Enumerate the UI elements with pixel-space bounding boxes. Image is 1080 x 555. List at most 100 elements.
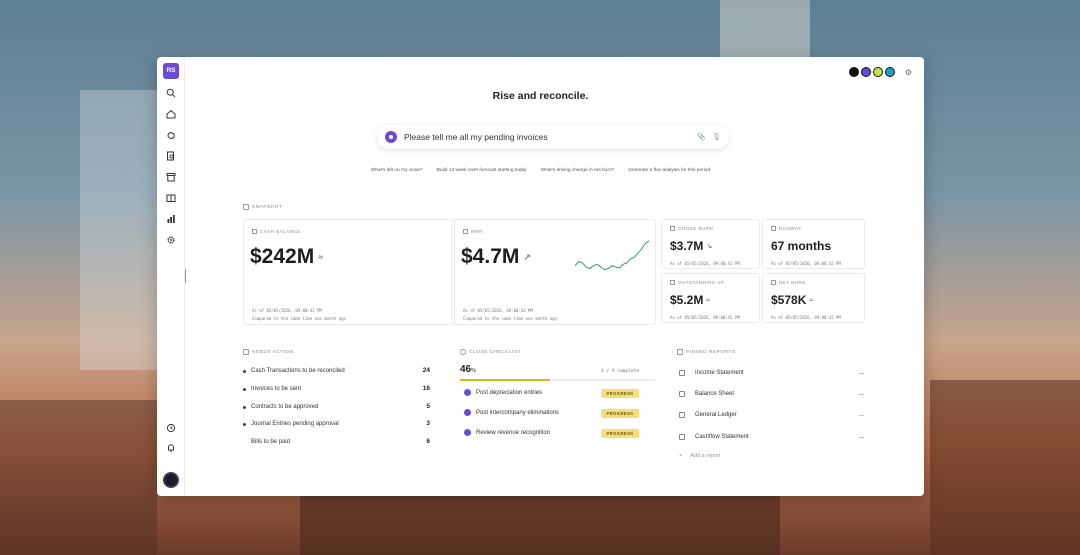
background-building [720,0,810,60]
gross-burn-as-of: As of 05/05/2026, 09:00:42 PM [670,261,740,266]
expand-icon [771,226,776,231]
mrr-value: $4.7M ↗ [461,245,531,269]
list-item[interactable]: Cash Transactions to be reconciled [243,368,345,374]
list-item[interactable]: Contracts to be approved [243,404,318,410]
checklist-status-icon [464,429,471,436]
suggestion-chip[interactable]: What's driving change in net burn? [541,168,615,173]
checklist-item[interactable]: Review revenue recognition [464,429,550,436]
mrr-card[interactable]: MRR $4.7M ↗ As of 05/05/2026, 09:00:42 PM… [454,219,656,325]
microphone-icon[interactable]: 🎙 [712,133,721,141]
checklist-item[interactable]: Post depreciation entries [464,389,542,396]
suggestion-chip[interactable]: What's left on my close? [371,168,423,173]
pinned-report-income-statement[interactable]: Income Statement → [679,368,865,377]
user-avatar[interactable] [163,472,179,488]
mrr-value-text: $4.7M [461,245,520,268]
suggestion-chip[interactable]: Generate a flux analysis for this period [628,168,710,173]
arrow-right-icon[interactable]: → [857,410,865,419]
report-icon [679,433,685,440]
workspace-avatar[interactable]: RS [163,63,179,79]
home-icon[interactable] [166,109,176,119]
arrow-right-icon[interactable]: → [857,368,865,377]
checklist-item-label: Review revenue recognition [476,429,551,436]
runway-value: 67 months [771,239,831,253]
status-badge: PROGRESS [601,389,639,398]
pinned-report-balance-sheet[interactable]: Balance Sheet → [679,389,865,398]
flat-trend-icon: ≈ [318,252,324,262]
arrow-right-icon[interactable]: → [857,432,865,441]
add-report-button[interactable]: + Add a report [679,453,721,459]
close-checklist-section-title: Close Checklist [460,349,521,355]
mrr-label: MRR [463,229,483,234]
mrr-as-of: As of 05/05/2026, 09:00:42 PM [463,308,533,313]
hand-icon[interactable] [166,130,176,140]
pinned-report-general-ledger[interactable]: General Ledger → [679,410,865,419]
checklist-item[interactable]: Post intercompany eliminations [464,409,559,416]
list-item[interactable]: Journal Entries pending approval [243,421,339,427]
integration-logo-icon[interactable] [848,67,859,77]
integration-logo-icon[interactable] [884,67,895,77]
bar-chart-icon[interactable] [166,214,176,224]
outstanding-ap-label: Outstanding AP [670,280,724,285]
outstanding-ap-value: $5.2M ≈ [670,293,710,307]
add-report-label: Add a report [690,453,721,459]
gear-icon[interactable] [166,235,176,245]
outstanding-ap-card[interactable]: Outstanding AP $5.2M ≈ As of 05/05/2026, … [661,273,760,323]
mrr-label-text: MRR [471,229,483,234]
report-label: Balance Sheet [695,390,735,397]
cash-balance-card[interactable]: Cash Balance $242M ≈ As of 05/05/2026, 09… [243,219,452,325]
list-item-count: 16 [422,385,430,392]
status-badge: PROGRESS [601,409,639,418]
gross-burn-card[interactable]: Gross Burn $3.7M ↘ As of 05/05/2026, 09:0… [661,219,760,269]
bullet [243,422,246,426]
checklist-progress-fill [460,379,550,381]
net-burn-as-of: As of 05/05/2026, 09:00:42 PM [771,315,841,320]
list-item-count: 6 [426,438,430,445]
integration-logo-icon[interactable] [872,67,883,77]
status-badge: PROGRESS [601,429,639,438]
top-right-toolbar: ⚙ [848,67,912,77]
expand-icon [463,229,468,234]
book-icon[interactable] [166,193,176,203]
attach-icon[interactable]: 📎 [697,133,706,141]
runway-label-text: Runway [779,226,802,231]
needs-action-section-title: Needs Action [243,349,294,355]
net-burn-value: $578K ≈ [771,293,813,307]
mrr-series-line [574,240,650,271]
checklist-item-label: Post intercompany eliminations [476,409,560,416]
suggestion-chips: What's left on my close? Build 13 week c… [157,168,924,173]
net-burn-card[interactable]: Net Burn $578K ≈ As of 05/05/2026, 09:00:… [762,273,865,323]
list-item[interactable]: Invoices to be sent [243,386,301,392]
checklist-item-label: Post depreciation entries [476,389,543,396]
sidebar-collapse-handle[interactable] [185,269,186,283]
list-item-count: 3 [426,420,430,427]
pinned-reports-title-text: Pinned Reports [686,349,736,355]
cash-balance-label: Cash Balance [252,229,301,234]
integration-logo-icon[interactable] [860,67,871,77]
bell-icon[interactable] [166,443,176,453]
history-icon[interactable] [166,423,176,433]
list-item-label: Bills to be paid [251,439,291,445]
arrow-right-icon[interactable]: → [857,389,865,398]
list-item[interactable]: Bills to be paid [251,439,290,445]
assistant-icon [385,131,397,143]
suggestion-chip[interactable]: Build 13 week cash forecast starting tod… [437,168,527,173]
settings-icon[interactable]: ⚙ [905,68,912,77]
document-search-icon[interactable] [166,151,176,161]
app-window: RS ⚙ Rise and reconcile. Please tell me … [157,57,924,496]
checklist-progress-bar [460,379,655,381]
list-item-label: Cash Transactions to be reconciled [251,368,345,374]
needs-action-icon [243,349,249,355]
sidebar: RS [157,57,185,496]
prompt-input[interactable]: Please tell me all my pending invoices 📎… [377,125,729,149]
runway-card[interactable]: Runway 67 months As of 05/05/2026, 09:00… [762,219,865,269]
list-item-count: 5 [426,403,430,410]
pinned-report-cashflow-statement[interactable]: Cashflow Statement → [679,432,865,441]
prompt-text[interactable]: Please tell me all my pending invoices [404,132,691,142]
list-item-count: 24 [422,367,430,374]
close-checklist-title-text: Close Checklist [469,349,522,355]
cash-balance-as-of: As of 05/05/2026, 09:00:42 PM [252,308,322,313]
expand-icon [670,226,675,231]
archive-icon[interactable] [166,172,176,182]
outstanding-ap-value-text: $5.2M [670,293,704,307]
background-building [300,496,780,555]
